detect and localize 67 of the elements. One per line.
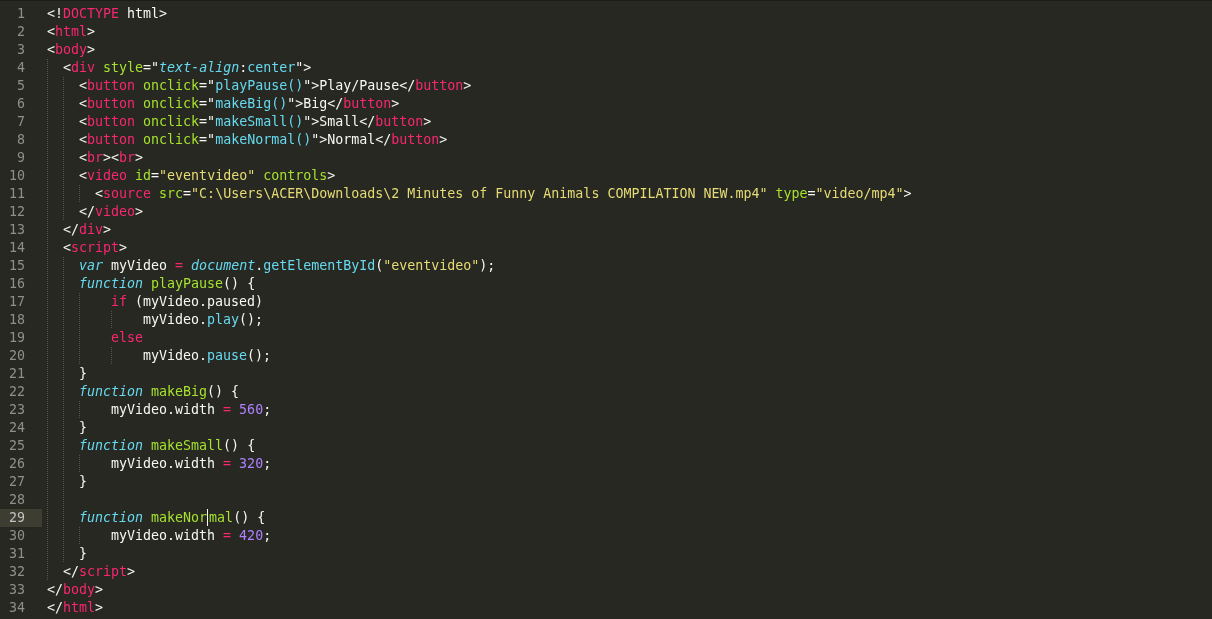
line-number: 34 — [8, 599, 26, 617]
line-number: 12 — [8, 203, 26, 221]
code-line: var myVideo = document.getElementById("eventvideo"); — [79, 258, 496, 273]
line-number: 6 — [16, 95, 26, 113]
line-number: 19 — [8, 329, 26, 347]
code-line: myVideo.width = 420; — [111, 528, 272, 543]
line-number: 18 — [8, 311, 26, 329]
line-number: 17 — [8, 293, 26, 311]
code-line: function playPause() { — [79, 276, 256, 291]
line-number: 1 — [16, 5, 26, 23]
code-line: <html> — [47, 24, 96, 39]
line-number: 13 — [8, 221, 26, 239]
line-number: 3 — [16, 41, 26, 59]
line-number: 7 — [16, 113, 26, 131]
line-number: 26 — [8, 455, 26, 473]
line-number: 29 — [0, 509, 42, 527]
line-number: 10 — [8, 167, 26, 185]
code-line: myVideo.pause(); — [143, 348, 272, 363]
code-line: myVideo.play(); — [143, 312, 264, 327]
line-number: 15 — [8, 257, 26, 275]
code-line: <button onclick="makeSmall()">Small</button> — [79, 114, 432, 129]
code-line: <button onclick="makeNormal()">Normal</button> — [79, 132, 448, 147]
line-number: 20 — [8, 347, 26, 365]
code-line: } — [79, 366, 87, 381]
line-number: 27 — [8, 473, 26, 491]
code-line: } — [79, 546, 87, 561]
line-number: 21 — [8, 365, 26, 383]
line-number: 5 — [16, 77, 26, 95]
code-line: <video id="eventvideo" controls> — [79, 168, 336, 183]
code-line: myVideo.width = 320; — [111, 456, 272, 471]
line-number: 4 — [16, 59, 26, 77]
code-line: if (myVideo.paused) — [111, 294, 264, 309]
line-number: 33 — [8, 581, 26, 599]
line-number: 2 — [16, 23, 26, 41]
line-number: 31 — [8, 545, 26, 563]
code-line: else — [111, 330, 144, 345]
code-line: <br><br> — [79, 150, 144, 165]
code-line: <source src="C:\Users\ACER\Downloads\2 Minutes of Funny Animals COMPILATION NEW.mp4" type="video/mp4"> — [95, 186, 912, 201]
code-line: <div style="text-align:center"> — [63, 60, 312, 75]
line-number: 30 — [8, 527, 26, 545]
code-line: function makeBig() { — [79, 384, 240, 399]
code-line: function makeNormal() { — [79, 510, 266, 525]
line-number: 16 — [8, 275, 26, 293]
code-line: <script> — [63, 240, 128, 255]
line-number: 28 — [8, 491, 26, 509]
code-line: } — [79, 474, 87, 489]
line-number: 23 — [8, 401, 26, 419]
code-line: function makeSmall() { — [79, 438, 256, 453]
line-number: 8 — [16, 131, 26, 149]
line-number: 32 — [8, 563, 26, 581]
code-line: } — [79, 420, 87, 435]
code-line: </div> — [63, 222, 112, 237]
line-number: 24 — [8, 419, 26, 437]
code-line: <button onclick="makeBig()">Big</button> — [79, 96, 400, 111]
line-number: 11 — [8, 185, 26, 203]
line-number: 25 — [8, 437, 26, 455]
line-number: 22 — [8, 383, 26, 401]
code-line: </html> — [47, 600, 104, 615]
line-number: 9 — [16, 149, 26, 167]
code-line: <button onclick="playPause()">Play/Pause</button> — [79, 78, 472, 93]
code-line: myVideo.width = 560; — [111, 402, 272, 417]
code-line: </body> — [47, 582, 104, 597]
code-line: <body> — [47, 42, 96, 57]
code-line: <!DOCTYPE html> — [47, 6, 168, 21]
code-line: </video> — [79, 204, 144, 219]
line-number: 14 — [8, 239, 26, 257]
code-line: </script> — [63, 564, 136, 579]
